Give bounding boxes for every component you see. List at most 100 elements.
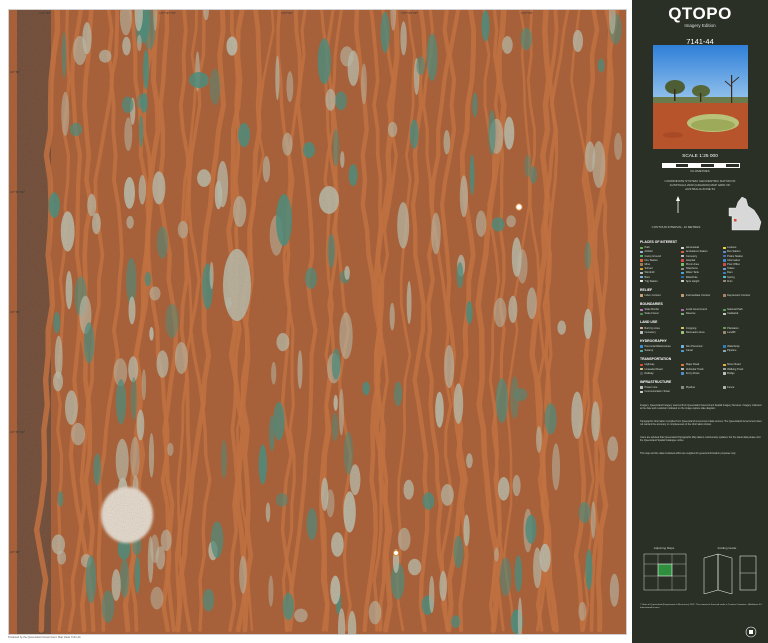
imagery-map-canvas[interactable]	[9, 10, 626, 634]
tick-label: 137°47'30"	[159, 11, 177, 15]
legend-section-land-use: LAND USE Built Up Area Cropping Plantation C…	[640, 320, 762, 334]
legend-item: National Park	[722, 308, 762, 312]
tick-label: 22°37'30"	[10, 430, 26, 434]
legend-item-label: Landfill	[727, 330, 736, 334]
bottom-credit: Produced by the Queensland Government. M…	[8, 636, 82, 639]
legend-item: Non Perennial	[681, 345, 720, 349]
legend-item-label: Trig Station	[644, 279, 658, 283]
legend-item: Local Government	[681, 308, 720, 312]
legend-item-label: School	[644, 267, 653, 271]
homestead-marker[interactable]	[515, 203, 523, 211]
legend-item-label: Walking Track	[727, 367, 744, 371]
legend-symbol-icon	[640, 367, 643, 371]
legend-item: Minor Road	[722, 363, 762, 367]
legend-symbol-icon	[640, 349, 643, 352]
legend-symbol-icon	[722, 367, 726, 371]
legend-item: Intermediate Contour	[681, 294, 720, 298]
legend-symbol-icon	[681, 294, 685, 297]
scale-label: SCALE 1:25 000	[682, 154, 718, 159]
legend-item: State Border	[640, 308, 679, 312]
legend-item-label: Toilets	[727, 267, 735, 271]
legend-item: Windmill	[640, 271, 679, 275]
legend-item-label: Unsealed Road	[644, 367, 663, 371]
legend-item: Bore	[640, 275, 679, 279]
legend-item-label: Communication Tower	[644, 390, 671, 394]
queensland-locator-map	[728, 196, 762, 231]
legend-symbol-icon	[640, 372, 643, 375]
map-legend-sidebar: QTOPO Imagery Edition 7141-44 SCALE 1:25…	[632, 0, 768, 643]
bore-marker[interactable]	[392, 549, 400, 557]
legend-item-label: Dam	[727, 271, 733, 275]
note-paragraph: Users are advised that Queensland Topogr…	[640, 436, 761, 443]
legend-symbol-icon	[640, 246, 643, 249]
legend-item-label: Hospital	[685, 258, 696, 262]
legend-symbol-icon	[640, 259, 643, 262]
legend-item-label: Pipeline	[685, 386, 696, 390]
legend-symbol-icon	[640, 308, 643, 311]
legend-item-label: Cropping	[685, 326, 697, 330]
legend-symbol-icon	[722, 275, 726, 279]
legend-symbol-icon	[681, 267, 685, 270]
legend-item: Police Station	[722, 254, 762, 258]
legend-item-label: State Forest	[644, 312, 659, 316]
legend-item: Cadastral	[722, 312, 762, 316]
legend-item-label: Waterbody	[727, 345, 740, 349]
tick-label: 137°45'	[39, 11, 51, 15]
legend-item-label: Bore	[644, 275, 650, 279]
legend-item-label: Windmill	[644, 271, 655, 275]
legend-item: Hospital	[681, 259, 720, 263]
legend-item-label: Telephone	[685, 267, 698, 271]
legend-symbol-icon	[640, 386, 643, 389]
legend-grid: Power Line Pipeline Fence Communication Tow…	[640, 386, 762, 394]
legend-item: Pipeline	[681, 386, 720, 390]
legend-symbol-icon	[681, 326, 685, 330]
legend-grid: Highway Major Road Minor Road Unsealed Road…	[640, 363, 762, 375]
legend-item: Vehicular Track	[681, 367, 720, 371]
tick-label: 22°40'	[10, 550, 20, 554]
legend-symbol-icon	[681, 386, 685, 389]
legend-symbol-icon	[681, 271, 685, 275]
legend-item-label: Fire Station	[644, 258, 658, 262]
legend-section-transportation: TRANSPORTATION Highway Major Road Minor Roa…	[640, 357, 762, 375]
legend-item-label: Information	[727, 258, 741, 262]
legend-section-heading: TRANSPORTATION	[640, 357, 672, 362]
imagery-map[interactable]: 137°45' 137°47'30" 137°50' 137°52'30" 13…	[8, 9, 627, 635]
legend-item: Railway	[640, 372, 679, 376]
legend-item-label: Spring	[727, 275, 735, 279]
tick-label: 22°35'	[10, 310, 20, 314]
legend-symbol-icon	[681, 254, 685, 258]
legend-symbol-icon	[640, 390, 643, 393]
legend-item: Toilets	[722, 267, 762, 271]
legend-item: Spot Height	[681, 280, 720, 284]
legend-item-label: Ambulance Station	[685, 250, 708, 254]
brand-title: QTOPO	[668, 4, 732, 23]
legend-symbol-icon	[722, 271, 726, 275]
legend-item: Bus Station	[722, 250, 762, 254]
legend-symbol-icon	[640, 280, 643, 283]
legend-grid: Park Homestead Lookout Airfield Ambulance St…	[640, 246, 762, 283]
legend-section-heading: INFRASTRUCTURE	[640, 379, 672, 384]
legend-item-label: National Park	[727, 308, 743, 312]
legend-symbol-icon	[722, 294, 726, 297]
legend-symbol-icon	[640, 363, 643, 367]
legend-symbol-icon	[681, 345, 685, 348]
legend-item: State Forest	[640, 312, 679, 316]
legend-grid: Built Up Area Cropping Plantation Cemetery R…	[640, 326, 762, 334]
legend-symbol-icon	[722, 259, 726, 262]
legend-item-label: Police Station	[727, 254, 744, 258]
legend-symbol-icon	[681, 367, 685, 371]
legend-item-label: Park	[644, 246, 650, 250]
legend-item: School	[640, 267, 679, 271]
legend-item: Power Line	[640, 386, 679, 390]
legend-symbol-icon	[722, 308, 726, 311]
legend-item-label: Power Line	[644, 386, 658, 390]
legend-section-hydrography: HYDROGRAPHY Perennial Watercourse Non Pere…	[640, 339, 762, 353]
legend-symbol-icon	[640, 254, 643, 258]
legend-symbol-icon	[722, 363, 726, 367]
legend-item: Fence	[722, 386, 762, 390]
brand-subtitle: Imagery Edition	[684, 23, 716, 28]
legend-item: Dam	[722, 271, 762, 275]
legend-item: Camp Ground	[640, 254, 679, 258]
folding-guide-label: Folding Guide	[717, 546, 737, 550]
tick-label: 22°32'30"	[10, 190, 26, 194]
